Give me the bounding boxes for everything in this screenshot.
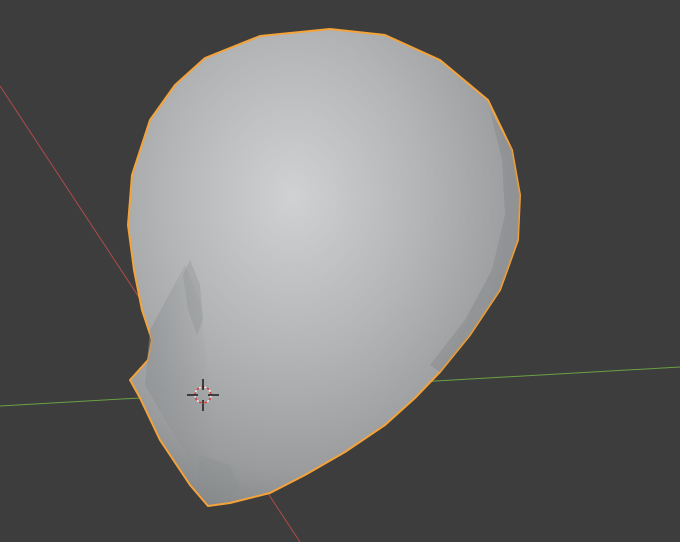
viewport-canvas[interactable]	[0, 0, 680, 542]
3d-viewport[interactable]	[0, 0, 680, 542]
